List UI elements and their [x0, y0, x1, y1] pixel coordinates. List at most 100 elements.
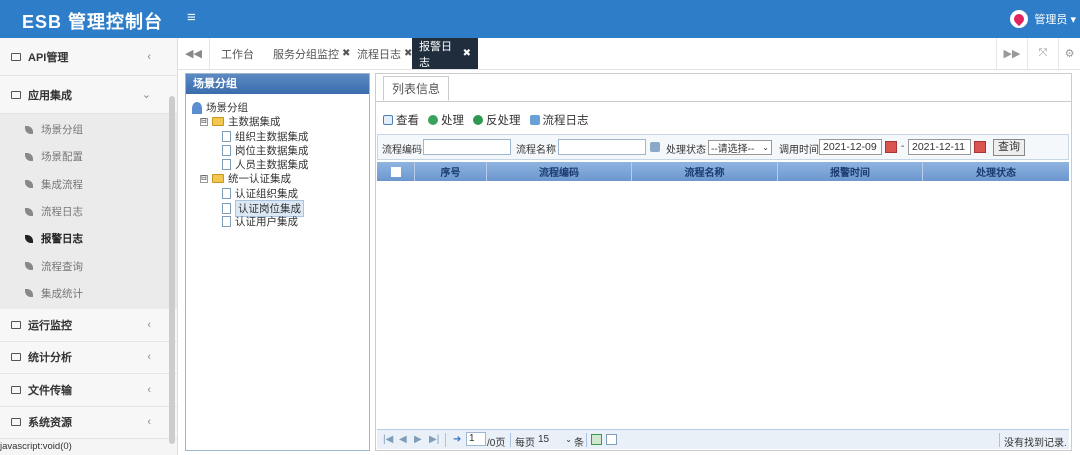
sidebar-submenu: 场景分组 场景配置 集成流程 流程日志 报警日志 流程查询 集成统计: [0, 114, 177, 310]
document-icon: [222, 159, 231, 170]
tabs-scroll-right-button[interactable]: ▶▶: [996, 38, 1027, 69]
date-to-input[interactable]: 2021-12-11: [908, 139, 971, 155]
menu-toggle-icon[interactable]: ≡: [187, 9, 196, 26]
chevron-down-icon: ⌄: [141, 89, 151, 101]
last-page-icon[interactable]: ▶|: [429, 434, 439, 445]
chevron-left-icon: ‹: [147, 416, 151, 429]
tree-node-auth-user[interactable]: 认证用户集成: [222, 214, 298, 229]
sidebar-item-file-transfer[interactable]: 文件传输 ‹: [0, 374, 177, 407]
folder-icon: [11, 385, 21, 394]
prev-page-icon[interactable]: ◀: [399, 434, 407, 445]
close-icon[interactable]: ✖: [463, 48, 471, 59]
tree-node-label: 场景分组: [206, 102, 248, 114]
process-button[interactable]: 处理: [428, 112, 464, 128]
chevron-left-icon: ‹: [147, 50, 151, 63]
tree-node-label: 组织主数据集成: [235, 131, 309, 143]
sidebar-item-app-integration[interactable]: 应用集成 ⌄: [0, 76, 177, 114]
user-menu[interactable]: 管理员 ▾: [1010, 10, 1076, 28]
col-flow-name[interactable]: 流程名称: [632, 162, 778, 181]
chevron-down-icon: ⌄: [565, 435, 572, 444]
tab-alarm-log[interactable]: 报警日志 ✖: [412, 38, 478, 69]
per-page-select[interactable]: 15 ⌄: [536, 432, 574, 447]
sidebar-item-api[interactable]: API管理 ‹: [0, 38, 177, 76]
status-select[interactable]: --请选择-- ⌄: [708, 140, 772, 155]
subitem-label: 流程查询: [41, 260, 83, 273]
document-icon: [222, 216, 231, 227]
tree-node-unified-auth[interactable]: ⊟ 统一认证集成: [200, 171, 291, 186]
top-header: ESB 管理控制台 ≡ 管理员 ▾: [0, 0, 1080, 38]
subitem-label: 集成统计: [41, 287, 83, 300]
gear-icon[interactable]: ⚙: [1058, 38, 1080, 69]
process-label: 处理: [441, 115, 464, 127]
folder-icon: [11, 90, 21, 99]
sidebar-subitem-flow-log[interactable]: 流程日志: [0, 198, 177, 225]
col-alarm-time[interactable]: 报警时间: [778, 162, 923, 181]
leaf-icon: [25, 207, 33, 216]
sidebar-subitem-integration-flow[interactable]: 集成流程: [0, 171, 177, 198]
view-button[interactable]: 查看: [383, 112, 419, 128]
col-process-status[interactable]: 处理状态: [923, 162, 1069, 181]
flow-code-input[interactable]: [423, 139, 511, 155]
leaf-icon: [25, 289, 33, 298]
sidebar-subitem-alarm-log[interactable]: 报警日志: [0, 225, 177, 252]
sidebar-item-system-resources[interactable]: 系统资源 ‹: [0, 406, 177, 440]
user-name[interactable]: 管理员 ▾: [1034, 11, 1076, 27]
calendar-icon[interactable]: [885, 141, 897, 153]
fullscreen-icon[interactable]: ⤧: [1027, 38, 1058, 69]
sidebar-item-runtime-monitor[interactable]: 运行监控 ‹: [0, 309, 177, 342]
tree-node-post-master[interactable]: 岗位主数据集成: [222, 143, 309, 158]
location-pin-icon: [1010, 10, 1029, 28]
sidebar-subitem-scene-config[interactable]: 场景配置: [0, 143, 177, 170]
collapse-icon[interactable]: ⊟: [200, 174, 208, 183]
next-page-icon[interactable]: ▶: [414, 434, 422, 445]
tab-label: 服务分组监控: [273, 48, 339, 61]
unprocess-button[interactable]: 反处理: [473, 112, 521, 128]
tabs-scroll-left-button[interactable]: ◀◀: [178, 38, 210, 69]
query-button[interactable]: 查询: [993, 139, 1025, 156]
per-page-unit: 条: [574, 438, 584, 449]
tab-workbench[interactable]: 工作台: [214, 38, 261, 69]
unprocess-label: 反处理: [486, 115, 521, 127]
tree-node-person-master[interactable]: 人员主数据集成: [222, 157, 309, 172]
folder-icon: [11, 320, 21, 329]
leaf-icon: [25, 234, 33, 243]
select-all-checkbox-cell[interactable]: [377, 162, 415, 181]
first-page-icon[interactable]: |◀: [383, 434, 393, 445]
page-number-input[interactable]: 1: [466, 432, 486, 446]
leaf-icon: [25, 262, 33, 271]
select-all-checkbox[interactable]: [390, 166, 401, 177]
tab-service-group-monitor[interactable]: 服务分组监控 ✖: [266, 38, 357, 69]
collapse-icon[interactable]: ⊟: [200, 117, 208, 126]
calendar-icon[interactable]: [974, 141, 986, 153]
flow-log-button[interactable]: 流程日志: [529, 112, 589, 128]
tree-node-root[interactable]: 场景分组: [192, 100, 248, 115]
col-index[interactable]: 序号: [415, 162, 487, 181]
tab-flow-log[interactable]: 流程日志 ✖: [350, 38, 419, 69]
date-from-input[interactable]: 2021-12-09: [819, 139, 882, 155]
tree-node-label: 岗位主数据集成: [235, 145, 309, 157]
tree-node-auth-org[interactable]: 认证组织集成: [222, 186, 298, 201]
sidebar-scrollbar[interactable]: [169, 96, 175, 444]
col-flow-code[interactable]: 流程编码: [487, 162, 632, 181]
page-total: /0页: [487, 438, 506, 449]
export-icon[interactable]: [591, 434, 602, 445]
sidebar-item-stats-analysis[interactable]: 统计分析 ‹: [0, 341, 177, 375]
sidebar-item-label: 运行监控: [28, 319, 72, 332]
flow-name-input[interactable]: [558, 139, 646, 155]
chevron-left-icon: ‹: [147, 318, 151, 331]
panel-tab-divider: [376, 101, 1071, 102]
tab-list-info[interactable]: 列表信息: [383, 76, 449, 101]
document-icon: [222, 131, 231, 142]
sidebar-item-label: 应用集成: [28, 89, 72, 102]
flow-log-label: 流程日志: [542, 115, 589, 127]
tree-node-master-data[interactable]: ⊟ 主数据集成: [200, 114, 281, 129]
sidebar-subitem-scene-group[interactable]: 场景分组: [0, 116, 177, 143]
tree-node-org-master[interactable]: 组织主数据集成: [222, 129, 309, 144]
go-page-icon[interactable]: ➜: [453, 434, 461, 445]
sidebar-subitem-flow-query[interactable]: 流程查询: [0, 252, 177, 279]
sidebar-item-label: 系统资源: [28, 417, 72, 430]
folder-icon: [11, 52, 21, 61]
print-icon[interactable]: [606, 434, 617, 445]
subitem-label: 流程日志: [41, 206, 83, 219]
sidebar-subitem-integration-stats[interactable]: 集成统计: [0, 280, 177, 307]
